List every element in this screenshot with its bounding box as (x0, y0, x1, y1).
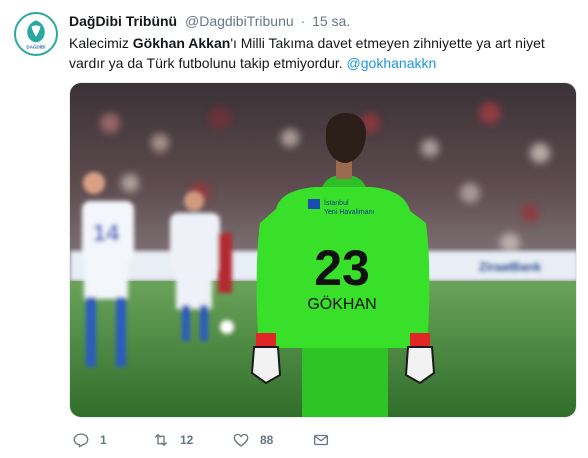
user-handle[interactable]: @DagdibiTribunu (185, 13, 294, 29)
tweet-actions: 1 12 88 (69, 430, 577, 450)
tweet-text-bold-name: Gökhan Akkan (132, 35, 231, 51)
like-button[interactable]: 88 (232, 430, 273, 450)
jersey-sponsor-line2: Yeni Havalimanı (324, 209, 374, 216)
ad-board-text: ZiraatBank (479, 260, 541, 274)
tweet-text: Kalecimiz Gökhan Akkan'ı Milli Takıma da… (69, 33, 569, 73)
retweet-count: 12 (180, 433, 194, 447)
tweet-header: DağDibi Tribünü @DagdibiTribunu · 15 sa. (69, 12, 350, 30)
timestamp[interactable]: 15 sa. (312, 13, 350, 29)
heart-icon (233, 433, 249, 447)
retweet-button[interactable]: 12 (152, 430, 193, 450)
like-count: 88 (260, 433, 274, 447)
jersey-name: GÖKHAN (307, 295, 376, 313)
opponent-number: 14 (93, 220, 120, 247)
direct-message-button[interactable] (312, 430, 330, 450)
mention-link[interactable]: @gokhanakkn (347, 55, 437, 71)
envelope-icon (313, 434, 329, 446)
separator-dot: · (300, 13, 306, 29)
sponsor-logo-icon (308, 199, 320, 209)
reply-icon (73, 433, 89, 448)
display-name[interactable]: DağDibi Tribünü (69, 13, 177, 29)
retweet-icon (155, 434, 167, 446)
tweet-photo[interactable]: ZiraatBank 14 İstanbul Yeni Havalimanı 2… (69, 82, 577, 418)
tweet-text-part1: Kalecimiz (69, 35, 133, 51)
jersey-number: 23 (314, 240, 370, 296)
reply-button[interactable]: 1 (72, 430, 107, 450)
avatar[interactable]: DAĞDİBİ (14, 12, 58, 56)
reply-count: 1 (100, 433, 107, 447)
jersey-sponsor-line1: İstanbul (324, 198, 349, 207)
